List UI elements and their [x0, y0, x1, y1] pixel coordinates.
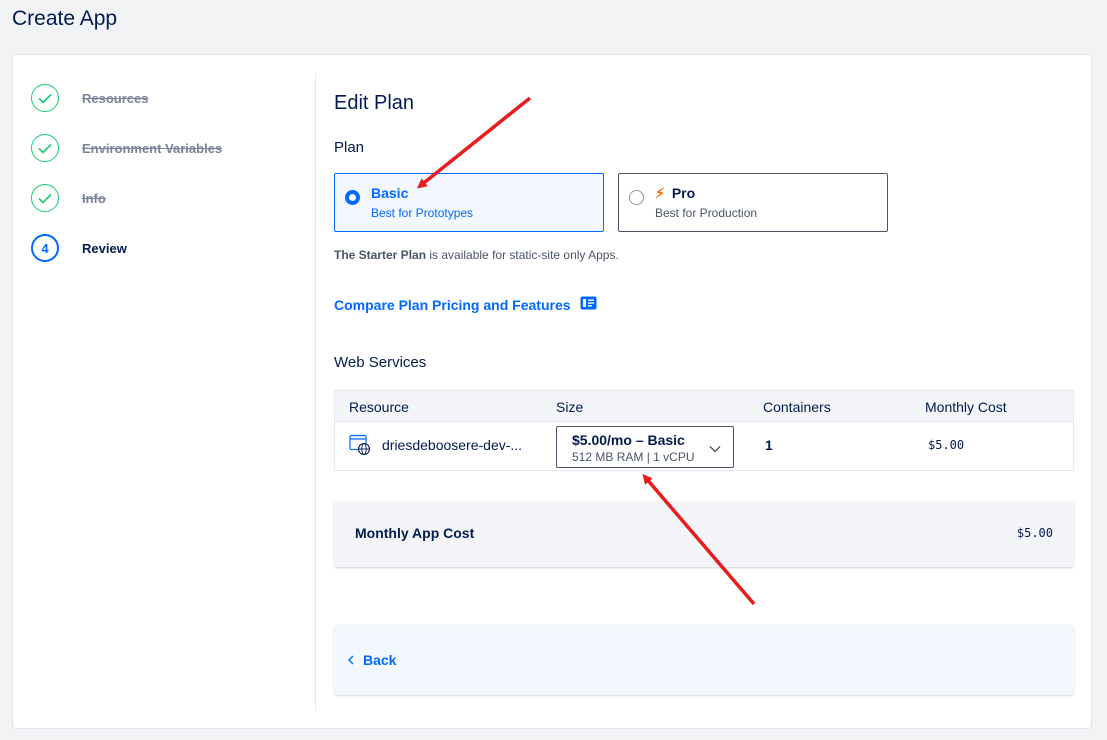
web-services-title: Web Services — [334, 354, 427, 371]
resource-name: driesdeboosere-dev-... — [382, 437, 523, 453]
step-label: Resources — [82, 90, 149, 106]
plan-option-pro[interactable]: ⚡︎ Pro Best for Production — [618, 173, 888, 232]
wizard-footer: Back — [334, 625, 1074, 695]
column-header: Resource — [349, 399, 409, 415]
plan-option-basic[interactable]: Basic Best for Prototypes — [334, 173, 604, 232]
web-service-icon — [349, 434, 371, 459]
section-title: Edit Plan — [334, 92, 415, 114]
step-label: Info — [82, 190, 106, 206]
step-environment-variables[interactable]: Environment Variables — [31, 123, 222, 173]
starter-plan-bold: The Starter Plan — [334, 248, 427, 262]
containers-count: 1 — [765, 437, 773, 453]
chevron-down-icon — [709, 440, 721, 456]
page-title: Create App — [12, 7, 118, 30]
check-icon — [31, 84, 59, 112]
size-dropdown[interactable]: $5.00/mo – Basic 512 MB RAM | 1 vCPU — [556, 426, 734, 468]
step-label: Review — [82, 240, 127, 256]
compare-plans-link[interactable]: Compare Plan Pricing and Features — [334, 296, 597, 313]
plan-name: Pro — [671, 185, 696, 201]
table-row: driesdeboosere-dev-... $5.00/mo – Basic … — [335, 422, 1073, 470]
plan-name-row: ⚡︎ Pro — [655, 185, 695, 202]
create-app-card: Resources Environment Variables Info 4 R… — [12, 54, 1092, 729]
plan-heading: Plan — [334, 139, 365, 156]
step-label: Environment Variables — [82, 140, 223, 156]
radio-button[interactable] — [629, 190, 644, 205]
web-services-table: Resource Size Containers Monthly Cost dr… — [334, 390, 1074, 471]
table-header: Resource Size Containers Monthly Cost — [335, 391, 1073, 422]
monthly-cost: $5.00 — [928, 438, 965, 452]
size-specs: 512 MB RAM | 1 vCPU — [572, 450, 695, 464]
edit-plan-section: Edit Plan Plan Basic Best for Prototypes… — [334, 55, 1074, 725]
check-icon — [31, 134, 59, 162]
column-header: Size — [556, 399, 584, 415]
column-header: Monthly Cost — [925, 399, 1007, 415]
plan-name: Basic — [371, 185, 409, 201]
starter-plan-note: The Starter Plan is available for static… — [334, 248, 619, 262]
column-header: Containers — [763, 399, 831, 415]
docs-icon — [580, 296, 597, 313]
starter-plan-rest: is available for static-site only Apps. — [426, 248, 619, 262]
summary-value: $5.00 — [1016, 526, 1053, 540]
plan-description: Best for Production — [655, 206, 758, 220]
bolt-icon: ⚡︎ — [655, 185, 665, 201]
size-selected: $5.00/mo – Basic — [572, 432, 685, 448]
back-button[interactable]: Back — [348, 652, 396, 668]
plan-description: Best for Prototypes — [371, 206, 474, 220]
back-label: Back — [363, 652, 397, 668]
step-info[interactable]: Info — [31, 173, 222, 223]
step-resources[interactable]: Resources — [31, 73, 222, 123]
divider — [315, 73, 316, 711]
radio-button-selected[interactable] — [345, 190, 360, 205]
check-icon — [31, 184, 59, 212]
step-review[interactable]: 4 Review — [31, 223, 222, 273]
monthly-cost-summary: Monthly App Cost $5.00 — [334, 501, 1074, 567]
summary-label: Monthly App Cost — [355, 525, 475, 541]
step-number-badge: 4 — [31, 234, 59, 262]
chevron-left-icon — [348, 652, 354, 668]
compare-link-label: Compare Plan Pricing and Features — [334, 296, 571, 313]
stepper: Resources Environment Variables Info 4 R… — [31, 73, 222, 273]
